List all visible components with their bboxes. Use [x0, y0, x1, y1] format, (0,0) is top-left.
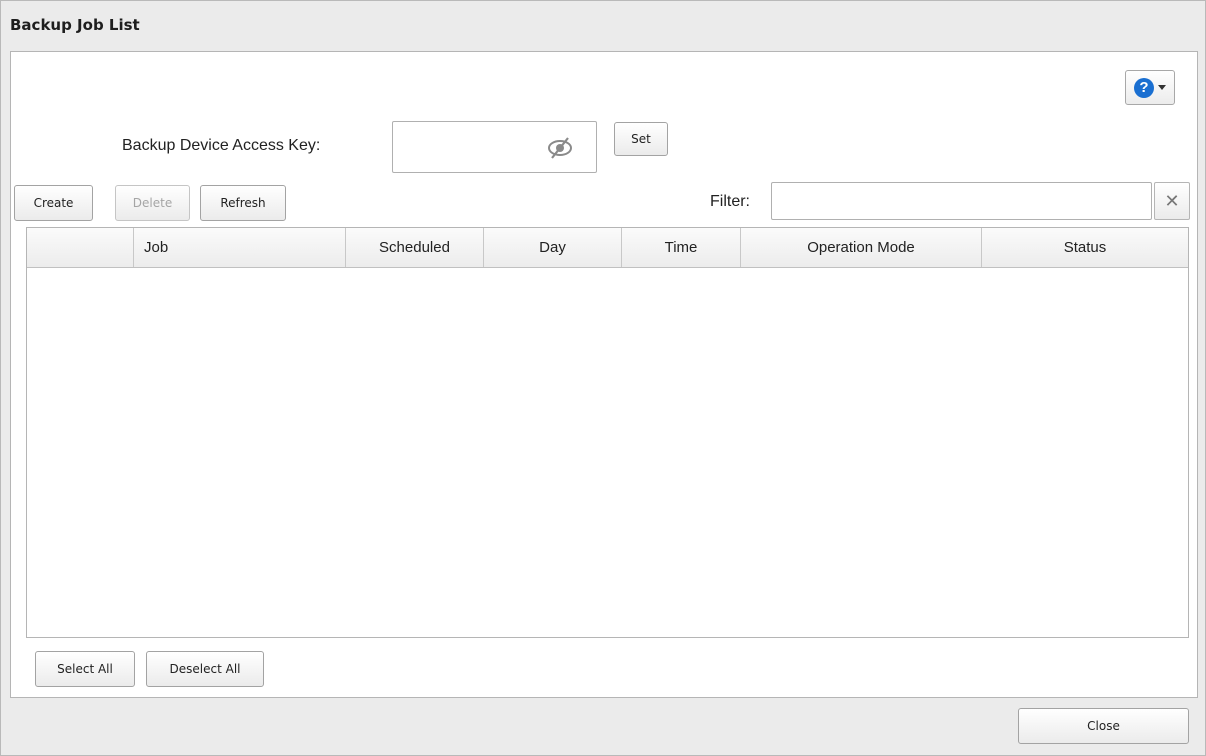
set-button[interactable]: Set [614, 122, 668, 156]
filter-input[interactable] [771, 182, 1152, 220]
main-panel: ? Backup Device Access Key: Set Create D… [10, 51, 1198, 698]
column-header-scheduled[interactable]: Scheduled [346, 228, 484, 267]
column-header-time[interactable]: Time [622, 228, 741, 267]
job-table: Job Scheduled Day Time Operation Mode St… [26, 227, 1189, 638]
clear-filter-button[interactable]: ✕ [1154, 182, 1190, 220]
column-header-day[interactable]: Day [484, 228, 622, 267]
select-all-button[interactable]: Select All [35, 651, 135, 687]
eye-slash-icon[interactable] [546, 136, 574, 160]
dialog-title: Backup Job List [10, 16, 140, 34]
access-key-input[interactable] [392, 121, 597, 173]
column-header-job[interactable]: Job [134, 228, 346, 267]
help-button[interactable]: ? [1125, 70, 1175, 105]
close-icon: ✕ [1164, 190, 1180, 212]
deselect-all-button[interactable]: Deselect All [146, 651, 264, 687]
create-button[interactable]: Create [14, 185, 93, 221]
column-header-checkbox[interactable] [27, 228, 134, 267]
delete-button[interactable]: Delete [115, 185, 190, 221]
column-header-status[interactable]: Status [982, 228, 1188, 267]
table-header: Job Scheduled Day Time Operation Mode St… [27, 228, 1188, 268]
chevron-down-icon [1158, 85, 1166, 90]
backup-job-list-dialog: Backup Job List ? Backup Device Access K… [0, 0, 1206, 756]
dialog-footer: Close [1, 698, 1205, 755]
column-header-operation-mode[interactable]: Operation Mode [741, 228, 982, 267]
filter-label: Filter: [710, 193, 750, 210]
refresh-button[interactable]: Refresh [200, 185, 286, 221]
question-circle-icon: ? [1134, 77, 1154, 98]
close-button[interactable]: Close [1018, 708, 1189, 744]
table-body [27, 268, 1188, 637]
access-key-label: Backup Device Access Key: [122, 137, 321, 154]
